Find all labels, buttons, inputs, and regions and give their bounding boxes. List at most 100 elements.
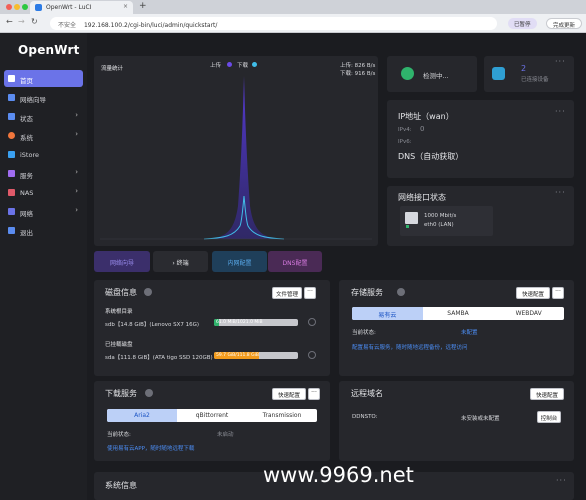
download-service-card: 下载服务 快速配置 ··· Aria2 qBittorrent Transmis… — [94, 381, 330, 461]
new-tab-button[interactable]: + — [139, 1, 147, 11]
sidebar-item-home[interactable]: 首页 — [4, 70, 83, 87]
devices-label: 已连接设备 — [521, 77, 549, 83]
update-button[interactable]: 完成更新 — [546, 18, 583, 29]
download-quick-config-button[interactable]: 快速配置 — [272, 388, 306, 400]
interface-speed: 1000 Mbit/s — [424, 213, 457, 219]
chevron-right-icon: › — [75, 111, 78, 119]
disk-action-icon[interactable] — [308, 318, 316, 326]
sidebar-item-label: 系统 — [20, 134, 33, 142]
disk-action-icon[interactable] — [308, 351, 316, 359]
forward-icon[interactable]: → — [18, 17, 25, 26]
file-manager-button[interactable]: 文件管理 — [272, 287, 302, 299]
more-icon[interactable]: ··· — [555, 107, 566, 116]
tab-close-icon[interactable]: × — [123, 3, 128, 10]
interface-name: eth0 (LAN) — [424, 222, 454, 228]
sidebar-item-status[interactable]: 状态 › — [4, 108, 83, 125]
sidebar-item-nas[interactable]: NAS › — [4, 184, 83, 201]
sysinfo-title: 系统信息 — [105, 481, 137, 490]
sidebar: OpenWrt 首页 网络向导 状态 › 系统 › iStore 服务 › NA… — [0, 33, 87, 500]
istore-icon — [8, 151, 15, 158]
address-row: ← → ↻ 不安全 192.168.100.2/cgi-bin/luci/adm… — [0, 14, 586, 33]
home-icon — [8, 75, 15, 82]
sidebar-item-network-wizard[interactable]: 网络向导 — [4, 89, 83, 106]
domain-title: 远程域名 — [351, 389, 383, 398]
help-icon[interactable] — [145, 389, 153, 397]
storage-title: 存储服务 — [351, 288, 383, 297]
data-disk-name: sda【111.8 GiB】(ATA tigo SSD 120GB) — [105, 355, 213, 361]
data-disk-usage-bar: 59.7 GiB/111.8 GiB — [214, 352, 298, 359]
favicon-icon — [35, 4, 42, 11]
help-icon[interactable] — [144, 288, 152, 296]
sidebar-item-services[interactable]: 服务 › — [4, 165, 83, 182]
devices-card[interactable]: 2 已连接设备 ··· — [484, 56, 574, 92]
devices-count: 2 — [521, 64, 527, 73]
tab-yiyouyun[interactable]: 易有云 — [352, 307, 423, 320]
ipv4-label: IPv4: — [398, 127, 412, 133]
system-disk-name: sdb【14.8 GiB】(Lenovo SX7 16G) — [105, 322, 200, 328]
control-panel-button[interactable]: 控制台 — [537, 411, 561, 423]
sidebar-item-label: 状态 — [20, 115, 33, 123]
close-window-icon[interactable] — [6, 4, 12, 10]
terminal-button[interactable]: › 终端 — [153, 251, 208, 272]
minimize-window-icon[interactable] — [14, 4, 20, 10]
profile-paused-button[interactable]: 已暂停 — [508, 18, 537, 29]
sidebar-item-label: 网络向导 — [20, 96, 46, 104]
download-app-link[interactable]: 使用易有云APP，随时随地远程下载 — [107, 444, 194, 452]
insecure-badge[interactable]: 不安全 — [58, 22, 76, 29]
network-icon — [8, 208, 15, 215]
network-check-card[interactable]: 检测中... — [387, 56, 477, 92]
url-text: 192.168.100.2/cgi-bin/luci/admin/quickst… — [83, 22, 218, 29]
data-disk-usage-text: 59.7 GiB/111.8 GiB — [216, 353, 259, 358]
tab-aria2[interactable]: Aria2 — [107, 409, 177, 422]
link-led-icon — [406, 225, 409, 228]
domain-quick-config-button[interactable]: 快速配置 — [530, 388, 564, 400]
back-icon[interactable]: ← — [6, 17, 13, 26]
dns-config-button[interactable]: DNS配置 — [268, 251, 322, 272]
network-wizard-button[interactable]: 网络向导 — [94, 251, 150, 272]
storage-status-value[interactable]: 未配置 — [461, 328, 478, 336]
ip-title: IP地址（wan） — [398, 112, 454, 121]
sidebar-item-label: 服务 — [20, 172, 33, 180]
tab-webdav[interactable]: WEBDAV — [493, 307, 564, 320]
storage-status-label: 当前状态: — [352, 330, 376, 336]
maximize-window-icon[interactable] — [22, 4, 28, 10]
tab-bar: OpenWrt - LuCI × + — [0, 0, 586, 14]
address-bar[interactable]: 不安全 192.168.100.2/cgi-bin/luci/admin/qui… — [50, 17, 497, 30]
ip-address-card: IP地址（wan） ··· IPv4: 0 IPv6: DNS（自动获取） — [387, 100, 574, 178]
tab-qbittorrent[interactable]: qBittorrent — [177, 409, 247, 422]
sidebar-item-label: 首页 — [20, 77, 33, 85]
storage-quick-config-button[interactable]: 快速配置 — [516, 287, 550, 299]
disk-title: 磁盘信息 — [105, 288, 137, 297]
more-icon[interactable]: ··· — [552, 287, 564, 299]
tab-samba[interactable]: SAMBA — [423, 307, 494, 320]
help-icon[interactable] — [397, 288, 405, 296]
interface-status-card: 网络接口状态 ··· 1000 Mbit/s eth0 (LAN) — [387, 186, 574, 246]
more-icon[interactable]: ··· — [555, 57, 566, 66]
wizard-icon — [8, 94, 15, 101]
more-icon[interactable]: ··· — [555, 188, 566, 197]
sidebar-item-label: iStore — [20, 151, 39, 159]
download-title: 下载服务 — [105, 389, 137, 398]
interface-item[interactable]: 1000 Mbit/s eth0 (LAN) — [400, 206, 493, 236]
terminal-icon: › — [172, 260, 175, 267]
more-icon[interactable]: ··· — [304, 287, 316, 299]
reload-icon[interactable]: ↻ — [31, 17, 38, 26]
tab-transmission[interactable]: Transmission — [247, 409, 317, 422]
devices-icon — [492, 67, 505, 80]
chevron-right-icon: › — [75, 206, 78, 214]
ipv4-value: 0 — [420, 125, 425, 133]
lan-config-button[interactable]: 内网配置 — [212, 251, 267, 272]
mounted-disk-heading: 已挂载磁盘 — [105, 342, 133, 348]
sidebar-item-istore[interactable]: iStore — [4, 146, 83, 163]
storage-config-link[interactable]: 配置易有云服务，随时随地远程备份，远程访问 — [352, 343, 468, 351]
chevron-right-icon: › — [75, 130, 78, 138]
more-icon[interactable]: ··· — [308, 388, 320, 400]
more-icon[interactable]: ··· — [556, 476, 567, 485]
sidebar-item-network[interactable]: 网络 › — [4, 203, 83, 220]
browser-tab[interactable]: OpenWrt - LuCI × — [30, 1, 133, 14]
globe-icon — [401, 67, 414, 80]
upload-series-area — [204, 76, 284, 239]
sidebar-item-label: NAS — [20, 189, 34, 197]
sidebar-item-system[interactable]: 系统 › — [4, 127, 83, 144]
sidebar-item-logout[interactable]: 退出 — [4, 222, 83, 239]
